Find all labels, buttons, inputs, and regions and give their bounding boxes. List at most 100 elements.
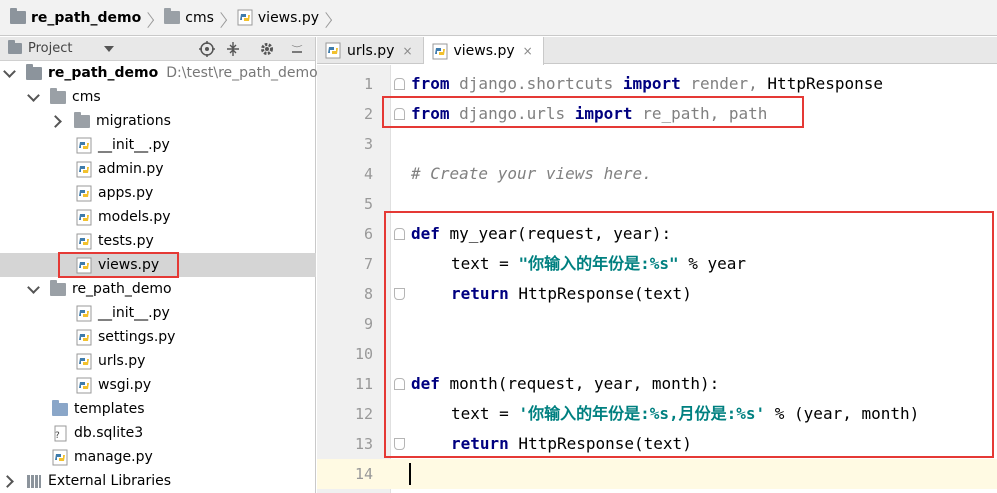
python-file-icon xyxy=(76,161,92,177)
tree-item-label: admin.py xyxy=(98,161,164,177)
python-file-icon xyxy=(325,42,341,59)
python-file-icon xyxy=(76,377,92,393)
line-number: 6 xyxy=(363,225,373,243)
line-number: 5 xyxy=(363,195,373,213)
tree-item-file[interactable]: settings.py xyxy=(0,325,316,349)
tab-views[interactable]: views.py × xyxy=(423,37,544,65)
tree-item-templates[interactable]: templates xyxy=(0,397,316,421)
folder-icon xyxy=(164,8,181,24)
tree-item-label: migrations xyxy=(96,113,171,129)
tree-item-file[interactable]: models.py xyxy=(0,205,316,229)
python-file-icon xyxy=(237,9,253,26)
tree-item-label: __init__.py xyxy=(98,305,170,321)
collapse-all-icon[interactable] xyxy=(224,40,242,58)
tree-item-path: D:\test\re_path_demo xyxy=(166,65,318,81)
tab-label: urls.py xyxy=(347,42,395,59)
chevron-down-icon[interactable] xyxy=(104,46,114,52)
breadcrumb-file[interactable]: views.py xyxy=(237,0,319,36)
tree-item-file[interactable]: wsgi.py xyxy=(0,373,316,397)
tree-item-file[interactable]: urls.py xyxy=(0,349,316,373)
tree-item-root[interactable]: re_path_demo D:\test\re_path_demo xyxy=(0,61,318,85)
editor-tabs: urls.py × views.py × xyxy=(317,37,997,65)
line-number: 7 xyxy=(363,255,373,273)
chevron-down-icon[interactable] xyxy=(28,92,38,102)
tree-item-label: templates xyxy=(74,401,145,417)
python-file-icon xyxy=(76,233,92,249)
project-panel-header: Project xyxy=(0,37,315,61)
line-number: 11 xyxy=(354,375,373,393)
folder-icon xyxy=(50,279,66,296)
tree-item-file[interactable]: manage.py xyxy=(0,445,316,469)
code-line[interactable]: 3 xyxy=(317,129,997,159)
code-token: django.shortcuts xyxy=(449,74,623,93)
code-token: from xyxy=(411,74,450,93)
breadcrumb-project-label: re_path_demo xyxy=(31,9,142,26)
python-file-icon xyxy=(76,329,92,345)
tree-item-file[interactable]: admin.py xyxy=(0,157,316,181)
svg-text:?: ? xyxy=(55,431,60,441)
line-number: 3 xyxy=(363,135,373,153)
folder-icon xyxy=(74,111,90,128)
hide-panel-icon[interactable] xyxy=(288,40,306,58)
breadcrumb-folder[interactable]: cms xyxy=(164,0,214,36)
code-editor[interactable]: 1 from django.shortcuts import render, Ht… xyxy=(317,65,997,493)
tree-item-file[interactable]: __init__.py xyxy=(0,301,316,325)
tree-item-label: re_path_demo xyxy=(72,281,172,297)
highlight-box xyxy=(382,96,804,128)
highlight-box xyxy=(58,252,179,278)
tree-item-label: tests.py xyxy=(98,233,154,249)
tree-item-label: urls.py xyxy=(98,353,146,369)
chevron-down-icon[interactable] xyxy=(28,284,38,294)
folder-icon xyxy=(52,399,68,416)
tab-label: views.py xyxy=(453,43,515,59)
python-file-icon xyxy=(76,185,92,201)
tree-item-cms[interactable]: cms xyxy=(0,85,316,109)
breadcrumb-project[interactable]: re_path_demo xyxy=(10,0,141,36)
tab-urls[interactable]: urls.py × xyxy=(317,37,424,64)
chevron-right-icon[interactable] xyxy=(52,115,62,127)
tree-item-label: apps.py xyxy=(98,185,154,201)
python-file-icon xyxy=(52,449,68,465)
code-line[interactable]: 4 # Create your views here. xyxy=(317,159,997,189)
line-number: 10 xyxy=(354,345,373,363)
python-file-icon xyxy=(76,353,92,369)
code-token: import xyxy=(622,74,681,93)
line-number: 13 xyxy=(354,435,373,453)
close-icon[interactable]: × xyxy=(402,44,412,58)
python-file-icon xyxy=(432,43,447,59)
code-token: # Create your views here. xyxy=(411,164,652,183)
tree-item-label: cms xyxy=(72,89,101,105)
fold-marker-icon[interactable] xyxy=(394,78,405,90)
tree-item-file[interactable]: tests.py xyxy=(0,229,316,253)
chevron-right-icon[interactable] xyxy=(4,475,14,487)
chevron-down-icon[interactable] xyxy=(4,68,14,78)
code-text: from django.shortcuts import render, Htt… xyxy=(411,69,883,99)
tree-item-label: wsgi.py xyxy=(98,377,152,393)
tree-item-label: settings.py xyxy=(98,329,176,345)
chevron-right-icon xyxy=(221,8,231,28)
folder-icon xyxy=(26,63,42,80)
tree-item-migrations[interactable]: migrations xyxy=(0,109,316,133)
gear-icon[interactable] xyxy=(258,40,276,58)
python-file-icon xyxy=(76,305,92,321)
tree-item-file[interactable]: apps.py xyxy=(0,181,316,205)
code-line[interactable]: 1 from django.shortcuts import render, Ht… xyxy=(317,69,997,99)
library-icon xyxy=(27,474,41,488)
tree-item-label: db.sqlite3 xyxy=(74,425,144,441)
tree-item-label: manage.py xyxy=(74,449,153,465)
tree-item-external-libraries[interactable]: External Libraries xyxy=(0,469,316,493)
tree-item-label: re_path_demo xyxy=(48,65,159,81)
breadcrumb-folder-label: cms xyxy=(185,9,214,26)
tree-item-file[interactable]: __init__.py xyxy=(0,133,316,157)
line-number: 9 xyxy=(363,315,373,333)
highlight-box xyxy=(384,211,994,458)
tree-item-package[interactable]: re_path_demo xyxy=(0,277,316,301)
code-line[interactable]: 14 xyxy=(317,459,997,489)
project-view-selector[interactable]: Project xyxy=(28,41,72,56)
line-number: 12 xyxy=(354,405,373,423)
locate-icon[interactable] xyxy=(198,40,216,58)
line-number: 4 xyxy=(363,165,373,183)
tree-item-file[interactable]: ? db.sqlite3 xyxy=(0,421,316,445)
close-icon[interactable]: × xyxy=(523,44,533,58)
python-file-icon xyxy=(76,209,92,225)
